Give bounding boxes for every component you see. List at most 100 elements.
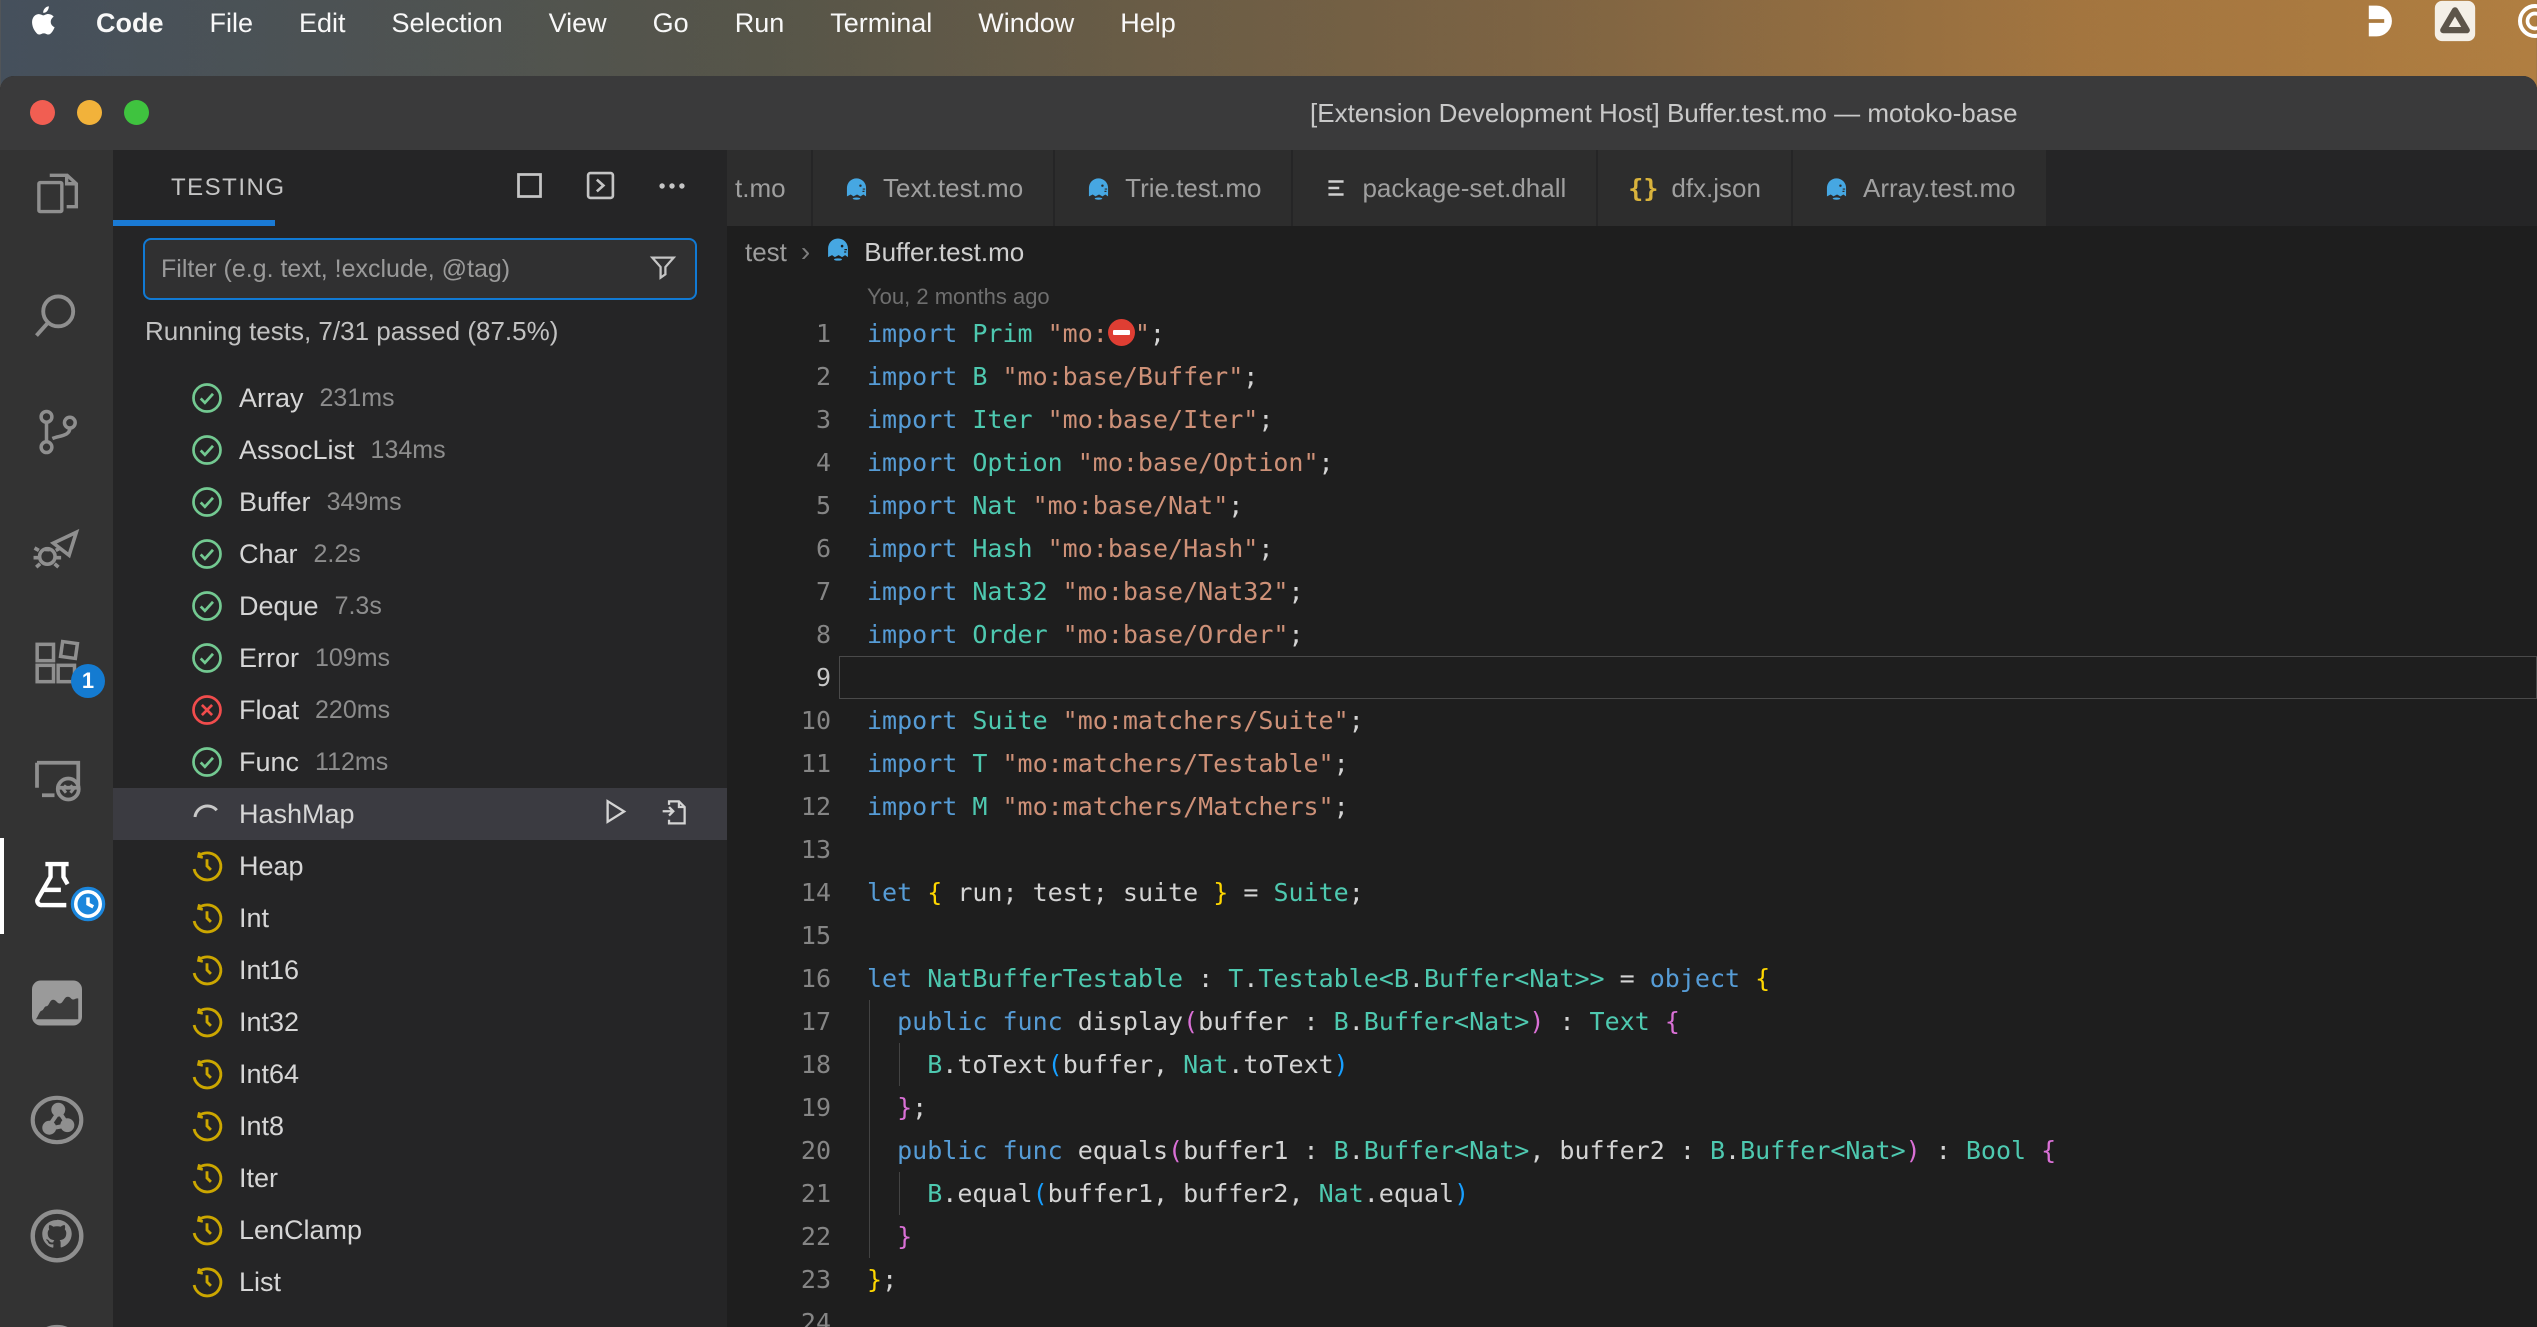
code-line-3[interactable]: 3import Iter "mo:base/Iter"; xyxy=(727,398,2537,441)
menu-item-terminal[interactable]: Terminal xyxy=(807,8,955,39)
code-line-7[interactable]: 7import Nat32 "mo:base/Nat32"; xyxy=(727,570,2537,613)
drive-icon[interactable] xyxy=(2433,0,2477,48)
test-state-running-icon xyxy=(189,796,225,832)
code-line-15[interactable]: 15 xyxy=(727,914,2537,957)
line-number: 19 xyxy=(727,1093,831,1122)
test-row-buffer[interactable]: Buffer349ms xyxy=(113,476,727,528)
remote-explorer-icon[interactable] xyxy=(0,738,113,820)
test-row-assoclist[interactable]: AssocList134ms xyxy=(113,424,727,476)
explorer-icon[interactable] xyxy=(0,150,113,232)
test-row-hashmap[interactable]: HashMap xyxy=(113,788,727,840)
shade-app-icon[interactable] xyxy=(2358,2,2395,45)
menu-item-selection[interactable]: Selection xyxy=(369,8,526,39)
clipped-status-icon[interactable] xyxy=(2515,1,2537,46)
test-row-int64[interactable]: Int64 xyxy=(113,1048,727,1100)
breadcrumb-file[interactable]: Buffer.test.mo xyxy=(864,237,1024,268)
show-test-output-button[interactable] xyxy=(583,168,618,208)
tab-t-mo[interactable]: t.mo xyxy=(727,150,811,226)
code-line-19[interactable]: 19 }; xyxy=(727,1086,2537,1129)
code-line-22[interactable]: 22 } xyxy=(727,1215,2537,1258)
tab-package-set-dhall[interactable]: package-set.dhall xyxy=(1293,150,1596,226)
git-blame-annotation: You, 2 months ago xyxy=(867,284,1050,310)
test-run-progress-bar xyxy=(113,220,275,226)
extensions-icon[interactable]: 1 xyxy=(0,622,113,704)
code-line-12[interactable]: 12import M "mo:matchers/Matchers"; xyxy=(727,785,2537,828)
filter-icon[interactable] xyxy=(647,251,679,288)
test-row-func[interactable]: Func112ms xyxy=(113,736,727,788)
code-line-11[interactable]: 11import T "mo:matchers/Testable"; xyxy=(727,742,2537,785)
menu-item-window[interactable]: Window xyxy=(955,8,1097,39)
github-icon[interactable] xyxy=(0,1195,113,1277)
menu-item-run[interactable]: Run xyxy=(712,8,808,39)
code-line-6[interactable]: 6import Hash "mo:base/Hash"; xyxy=(727,527,2537,570)
menu-item-edit[interactable]: Edit xyxy=(276,8,369,39)
line-number: 23 xyxy=(727,1265,831,1294)
code-line-14[interactable]: 14let { run; test; suite } = Suite; xyxy=(727,871,2537,914)
go-to-test-button[interactable] xyxy=(657,795,691,834)
more-actions-button[interactable] xyxy=(655,169,689,208)
code-line-4[interactable]: 4import Option "mo:base/Option"; xyxy=(727,441,2537,484)
stop-tests-button[interactable] xyxy=(513,169,546,207)
tab-dfx-json[interactable]: {}dfx.json xyxy=(1598,150,1791,226)
menu-item-file[interactable]: File xyxy=(187,8,277,39)
code-area[interactable]: You, 2 months ago 1import Prim "mo:";2im… xyxy=(727,278,2537,1327)
code-line-13[interactable]: 13 xyxy=(727,828,2537,871)
test-row-error[interactable]: Error109ms xyxy=(113,632,727,684)
run-test-button[interactable] xyxy=(598,795,631,834)
code-line-16[interactable]: 16let NatBufferTestable : T.Testable<B.B… xyxy=(727,957,2537,1000)
tab-trie-test-mo[interactable]: Trie.test.mo xyxy=(1055,150,1291,226)
code-line-20[interactable]: 20 public func equals(buffer1 : B.Buffer… xyxy=(727,1129,2537,1172)
test-row-float[interactable]: Float220ms xyxy=(113,684,727,736)
code-line-18[interactable]: 18 B.toText(buffer, Nat.toText) xyxy=(727,1043,2537,1086)
minimize-window-button[interactable] xyxy=(77,100,102,125)
share-extension-icon[interactable] xyxy=(0,1079,113,1161)
code-line-10[interactable]: 10import Suite "mo:matchers/Suite"; xyxy=(727,699,2537,742)
apple-menu-icon[interactable] xyxy=(30,6,55,41)
code-line-1[interactable]: 1import Prim "mo:"; xyxy=(727,312,2537,355)
tab-array-test-mo[interactable]: Array.test.mo xyxy=(1793,150,2046,226)
menu-item-code[interactable]: Code xyxy=(73,8,187,39)
code-line-17[interactable]: 17 public func display(buffer : B.Buffer… xyxy=(727,1000,2537,1043)
menu-item-go[interactable]: Go xyxy=(630,8,712,39)
menu-item-view[interactable]: View xyxy=(526,8,630,39)
test-row-heap[interactable]: Heap xyxy=(113,840,727,892)
testing-icon[interactable] xyxy=(0,845,113,927)
test-row-int16[interactable]: Int16 xyxy=(113,944,727,996)
code-line-8[interactable]: 8import Order "mo:base/Order"; xyxy=(727,613,2537,656)
run-debug-icon[interactable] xyxy=(0,507,113,589)
test-row-int[interactable]: Int xyxy=(113,892,727,944)
breadcrumb-folder[interactable]: test xyxy=(745,237,787,268)
line-number: 18 xyxy=(727,1050,831,1079)
test-row-int8[interactable]: Int8 xyxy=(113,1100,727,1152)
breadcrumb[interactable]: test › Buffer.test.mo xyxy=(727,226,2537,278)
line-number: 5 xyxy=(727,491,831,520)
test-row-list[interactable]: List xyxy=(113,1256,727,1308)
pane-title: TESTING xyxy=(171,174,286,202)
test-state-queued-icon xyxy=(189,1160,225,1196)
close-window-button[interactable] xyxy=(30,100,55,125)
test-row-iter[interactable]: Iter xyxy=(113,1152,727,1204)
line-number: 22 xyxy=(727,1222,831,1251)
clipped-bottom-icon[interactable] xyxy=(0,1300,113,1327)
search-icon[interactable] xyxy=(0,274,113,356)
test-row-deque[interactable]: Deque7.3s xyxy=(113,580,727,632)
camel-extension-icon[interactable] xyxy=(0,962,113,1044)
source-control-icon[interactable] xyxy=(0,391,113,473)
test-name: Iter xyxy=(239,1163,278,1194)
test-row-lenclamp[interactable]: LenClamp xyxy=(113,1204,727,1256)
test-state-queued-icon xyxy=(189,848,225,884)
code-line-23[interactable]: 23}; xyxy=(727,1258,2537,1301)
test-filter-input[interactable] xyxy=(145,255,647,284)
zoom-window-button[interactable] xyxy=(124,100,149,125)
code-line-21[interactable]: 21 B.equal(buffer1, buffer2, Nat.equal) xyxy=(727,1172,2537,1215)
test-row-char[interactable]: Char2.2s xyxy=(113,528,727,580)
line-content: import Iter "mo:base/Iter"; xyxy=(867,405,1273,434)
code-line-5[interactable]: 5import Nat "mo:base/Nat"; xyxy=(727,484,2537,527)
test-row-int32[interactable]: Int32 xyxy=(113,996,727,1048)
code-line-2[interactable]: 2import B "mo:base/Buffer"; xyxy=(727,355,2537,398)
line-number: 16 xyxy=(727,964,831,993)
code-line-24[interactable]: 24 xyxy=(727,1301,2537,1327)
menu-item-help[interactable]: Help xyxy=(1097,8,1199,39)
test-row-array[interactable]: Array231ms xyxy=(113,372,727,424)
tab-text-test-mo[interactable]: Text.test.mo xyxy=(813,150,1053,226)
